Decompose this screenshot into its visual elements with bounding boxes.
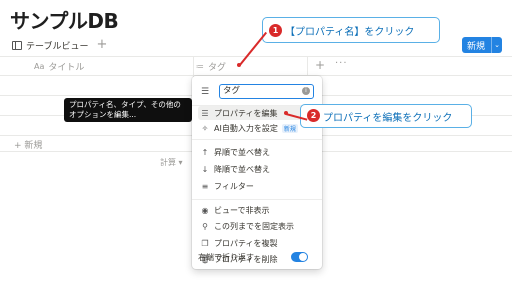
more-options-icon[interactable]: ··· — [335, 58, 348, 69]
menu-item-label: フィルター — [214, 181, 254, 191]
annotation-text: 【プロパティ名】をクリック — [285, 26, 415, 38]
annotation-number-1: 1 — [269, 24, 282, 37]
tooltip: プロパティ名、タイプ、その他のオプションを編集... — [64, 98, 192, 122]
menu-item-label: プロパティを複製 — [214, 238, 278, 248]
table-view-icon — [12, 40, 22, 50]
arrow-up-icon: ↑ — [201, 147, 209, 157]
text-type-icon: Aa — [34, 61, 45, 71]
list-icon: ☰ — [201, 87, 210, 97]
column-header-label: タイトル — [48, 62, 85, 73]
filter-icon: ≡ — [201, 181, 209, 191]
menu-item-ai-autofill[interactable]: ✧ AI自動入力を設定 新規 — [198, 121, 316, 135]
wrap-toggle[interactable] — [291, 252, 308, 262]
menu-item-label: AI自動入力を設定 — [214, 123, 278, 133]
menu-item-duplicate-property[interactable]: ❐ プロパティを複製 — [198, 236, 316, 250]
new-button-label[interactable]: 新規 — [462, 39, 491, 52]
menu-item-label: 右端で折り返す — [198, 252, 254, 262]
menu-item-label: 昇順で並べ替え — [214, 147, 270, 157]
menu-item-label: プロパティを編集 — [214, 108, 278, 118]
annotation-dot — [237, 63, 241, 67]
menu-item-sort-ascending[interactable]: ↑ 昇順で並べ替え — [198, 145, 316, 159]
info-icon[interactable]: i — [302, 87, 310, 95]
duplicate-icon: ❐ — [201, 238, 209, 248]
annotation-number-2: 2 — [307, 109, 320, 122]
add-view-button[interactable]: + — [96, 38, 107, 51]
menu-item-hide-in-view[interactable]: ◉ ビューで非表示 — [198, 203, 316, 217]
new-button[interactable]: 新規 ⌄ — [462, 37, 502, 53]
settings-icon: ☰ — [201, 108, 209, 118]
view-bar: テーブルビュー + — [12, 38, 107, 52]
annotation-leader-line — [238, 31, 267, 67]
column-header-tag[interactable]: ≔ タグ — [196, 58, 226, 74]
page-title: サンプルDB — [10, 9, 119, 33]
menu-item-sort-descending[interactable]: ↓ 降順で並べ替え — [198, 162, 316, 176]
eye-off-icon: ◉ — [201, 205, 209, 215]
new-badge: 新規 — [281, 123, 298, 133]
annotation-text: プロパティを編集をクリック — [323, 112, 453, 124]
menu-item-label: 降順で並べ替え — [214, 164, 270, 174]
calculate-button[interactable]: 計算 ▾ — [160, 157, 183, 168]
menu-item-wrap-text[interactable]: 右端で折り返す — [198, 250, 316, 264]
arrow-down-icon: ↓ — [201, 164, 209, 174]
annotation-callout-1: 【プロパティ名】をクリック — [262, 17, 440, 43]
column-header-title[interactable]: Aa タイトル — [34, 58, 84, 74]
view-tab-table[interactable]: テーブルビュー — [26, 39, 88, 52]
chevron-down-icon[interactable]: ⌄ — [492, 41, 502, 49]
menu-item-freeze-column[interactable]: ⚲ この列までを固定表示 — [198, 219, 316, 233]
sparkle-icon: ✧ — [201, 123, 209, 133]
column-header-label: タグ — [208, 62, 227, 73]
multi-select-icon: ≔ — [196, 61, 204, 71]
header-top-divider — [0, 56, 512, 57]
annotation-callout-2: プロパティを編集をクリック — [300, 104, 472, 128]
annotation-dot — [284, 111, 288, 115]
menu-item-label: この列までを固定表示 — [214, 221, 294, 231]
property-name-value: タグ — [223, 86, 241, 96]
menu-divider — [192, 199, 322, 200]
menu-item-label: ビューで非表示 — [214, 205, 270, 215]
property-name-input[interactable]: タグ i — [219, 84, 314, 99]
add-column-button[interactable]: + — [315, 58, 325, 72]
new-row-button[interactable]: + 新規 — [14, 138, 42, 151]
pin-icon: ⚲ — [202, 221, 208, 231]
menu-divider — [192, 139, 322, 140]
menu-item-filter[interactable]: ≡ フィルター — [198, 179, 316, 193]
